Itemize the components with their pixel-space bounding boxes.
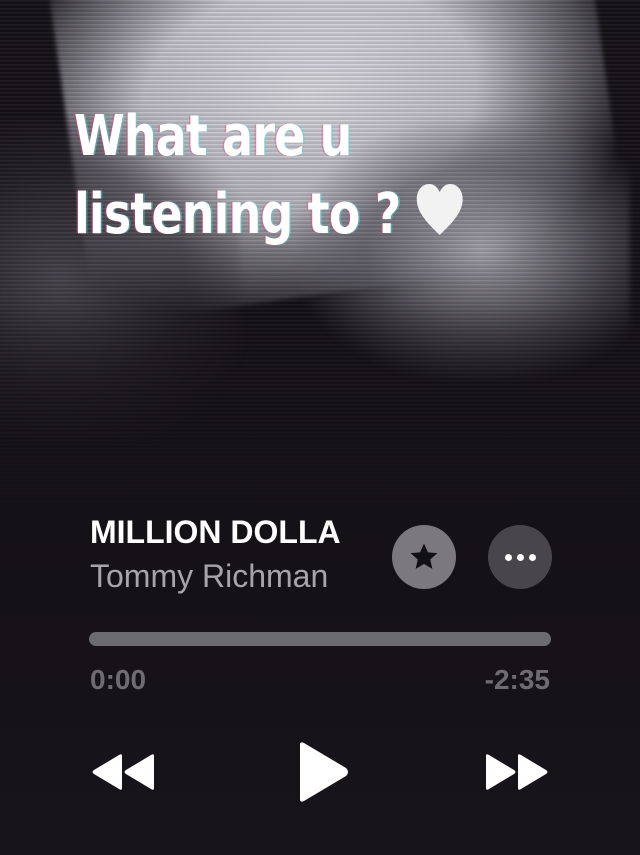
fast-forward-button[interactable] xyxy=(482,750,552,794)
play-icon xyxy=(300,742,348,802)
now-playing-panel: MILLION DOLLA Tommy Richman 0:00 -2:35 xyxy=(0,0,640,855)
star-icon xyxy=(410,543,438,569)
remaining-time: -2:35 xyxy=(484,664,550,695)
track-info[interactable]: MILLION DOLLA Tommy Richman xyxy=(90,510,385,598)
favorite-button[interactable] xyxy=(392,525,456,589)
rewind-button[interactable] xyxy=(88,750,158,794)
elapsed-time: 0:00 xyxy=(90,664,147,695)
more-options-button[interactable] xyxy=(488,525,552,589)
track-title: MILLION DOLLA xyxy=(90,514,341,550)
play-button[interactable] xyxy=(290,740,354,804)
progress-bar[interactable] xyxy=(89,632,551,646)
track-artist: Tommy Richman xyxy=(90,558,329,594)
rewind-icon xyxy=(92,754,154,790)
ellipsis-icon xyxy=(502,553,538,561)
fast-forward-icon xyxy=(486,754,548,790)
